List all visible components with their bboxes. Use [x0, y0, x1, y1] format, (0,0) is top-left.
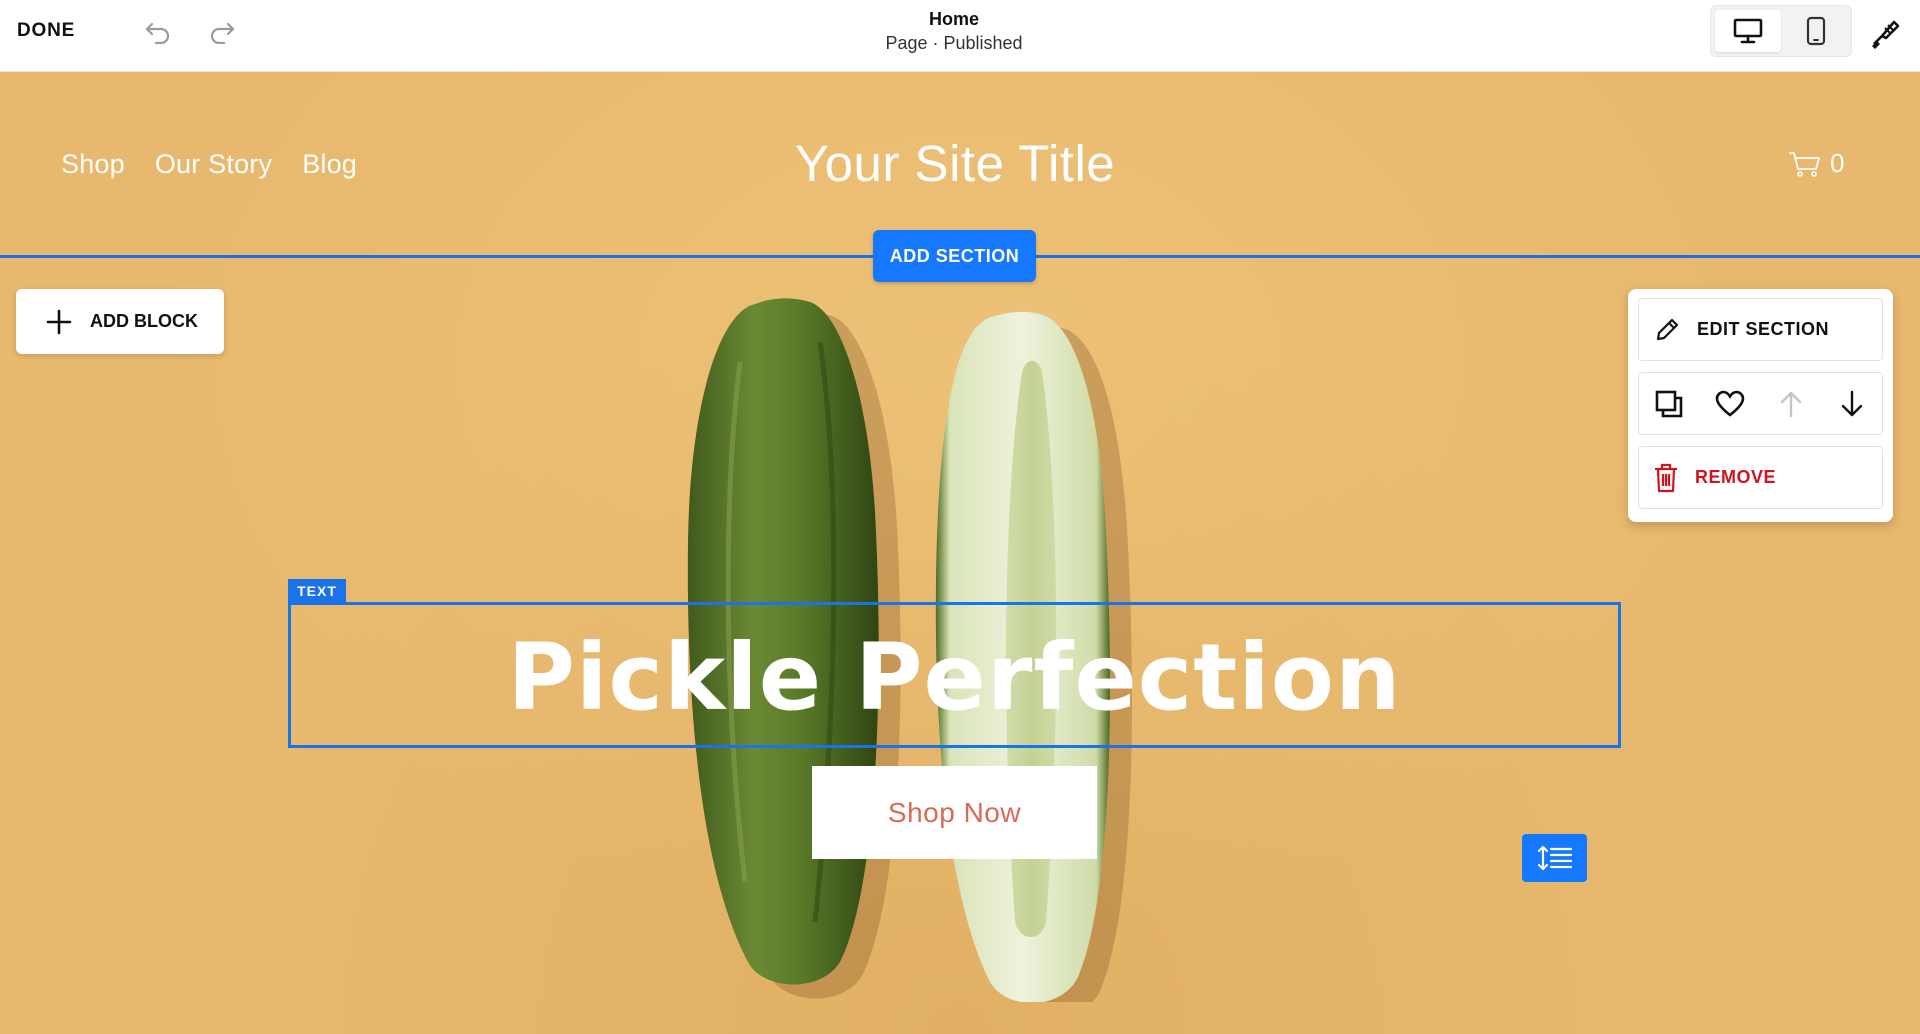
cart-button[interactable]: 0: [1788, 148, 1844, 179]
section-panel: EDIT SECTION REMOVE: [1628, 289, 1893, 522]
page-info[interactable]: Home Page · Published: [0, 8, 1908, 56]
shop-now-button[interactable]: Shop Now: [812, 766, 1097, 859]
page-name: Home: [928, 9, 979, 29]
add-section-button[interactable]: ADD SECTION: [873, 230, 1036, 282]
edit-section-button[interactable]: EDIT SECTION: [1638, 298, 1883, 361]
pencil-icon: [1656, 318, 1679, 340]
add-block-button[interactable]: ADD BLOCK: [16, 289, 224, 354]
desktop-icon: [1733, 18, 1763, 44]
mobile-icon: [1806, 16, 1826, 46]
text-block-tag: TEXT: [288, 579, 346, 603]
heart-icon[interactable]: [1708, 382, 1752, 426]
cart-count: 0: [1830, 148, 1845, 178]
duplicate-icon[interactable]: [1647, 382, 1691, 426]
trash-icon: [1655, 463, 1677, 492]
mobile-view-button[interactable]: [1783, 10, 1849, 52]
paintbrush-icon[interactable]: [1866, 14, 1904, 52]
text-block[interactable]: Pickle Perfection: [288, 602, 1621, 748]
add-block-label: ADD BLOCK: [90, 311, 198, 331]
remove-label: REMOVE: [1695, 467, 1777, 487]
device-toggle: [1710, 5, 1852, 57]
site-canvas: Shop Our Story Blog Your Site Title 0 AD…: [0, 72, 1920, 1034]
remove-section-button[interactable]: REMOVE: [1638, 446, 1883, 509]
page-status: Page · Published: [885, 33, 1023, 53]
edit-section-label: EDIT SECTION: [1697, 319, 1830, 339]
plus-icon: [46, 309, 72, 334]
arrow-down-icon[interactable]: [1830, 382, 1874, 426]
editor-toolbar: DONE Home Page · Published: [0, 0, 1920, 72]
cart-icon: [1789, 151, 1820, 177]
section-actions: [1638, 372, 1883, 435]
line-spacing-icon[interactable]: [1522, 834, 1587, 882]
hero-heading[interactable]: Pickle Perfection: [507, 620, 1401, 731]
desktop-view-button[interactable]: [1715, 10, 1781, 52]
site-title[interactable]: Your Site Title: [0, 134, 1910, 193]
arrow-up-icon[interactable]: [1769, 382, 1813, 426]
